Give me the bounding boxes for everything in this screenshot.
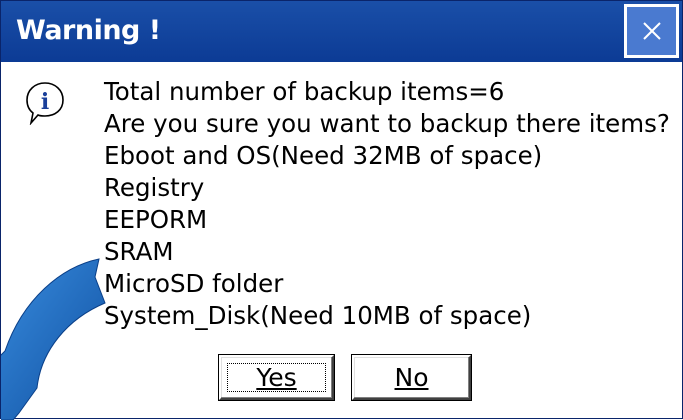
message-line: Eboot and OS(Need 32MB of space) [104,141,543,170]
message-line: SRAM [104,237,174,266]
information-icon: i [26,82,64,125]
message-line: EEPORM [104,205,208,234]
message-line: MicroSD folder [104,269,284,298]
close-icon [642,22,661,40]
svg-text:i: i [41,89,49,115]
curved-arrow-annotation [1,258,106,420]
message-line: System_Disk(Need 10MB of space) [104,301,532,330]
no-button[interactable]: No [352,355,471,400]
yes-button[interactable]: Yes [219,355,334,400]
message-line: Total number of backup items=6 [104,77,505,106]
message-text: Total number of backup items=6 Are you s… [104,76,670,332]
no-button-label: No [394,363,429,392]
title-bar[interactable]: Warning ! [1,1,682,62]
message-line: Registry [104,173,205,202]
close-button[interactable] [624,4,679,58]
dialog-title: Warning ! [16,15,161,46]
yes-button-label: Yes [256,363,297,392]
message-line: Are you sure you want to backup there it… [104,109,670,138]
warning-dialog: Warning ! i Total number of backup items… [0,0,683,420]
